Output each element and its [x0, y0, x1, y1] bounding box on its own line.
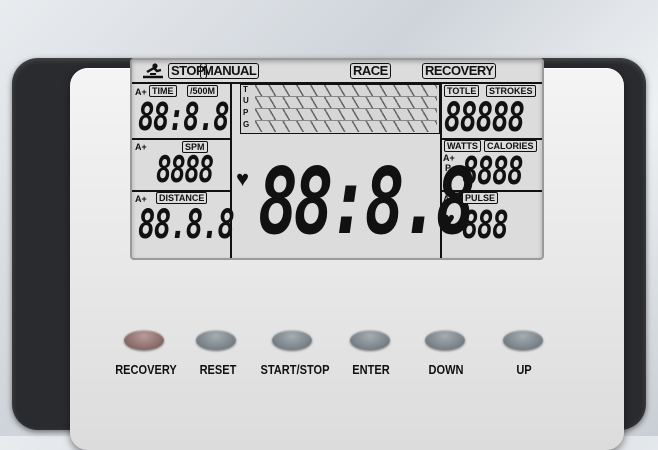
strokes-display: 88888 [444, 95, 525, 141]
down-button-label: DOWN [428, 362, 464, 377]
graph-letter-g: G [243, 120, 250, 129]
recovery-indicator: RECOVERY [422, 63, 497, 79]
start-stop-button-label: START/STOP [260, 362, 330, 377]
time-display: 88:8.8 [138, 95, 230, 139]
graph-letter-u: U [243, 96, 249, 105]
start-stop-button[interactable] [272, 330, 312, 350]
watts-prefix-a: A+ [443, 153, 455, 163]
main-display: 88:8.8 [258, 148, 476, 255]
enter-button[interactable] [350, 330, 390, 350]
lcd-display: STOP MANUAL RACE RECOVERY A+ TIME /500M … [130, 58, 544, 260]
rower-icon [143, 63, 163, 79]
heart-icon: ♥ [236, 166, 250, 191]
up-button[interactable] [503, 330, 543, 350]
watts-display: 8888 [462, 149, 524, 193]
stroke-graph: T U P G [240, 84, 440, 134]
pulse-heart-icon: ♥ [443, 209, 455, 231]
pulse-prefix: A+ [443, 194, 455, 204]
manual-indicator: MANUAL [200, 63, 260, 79]
watts-prefix-c: C [445, 173, 452, 183]
reset-button[interactable] [196, 330, 236, 350]
up-button-label: UP [516, 362, 532, 377]
graph-row [255, 121, 437, 132]
graph-letter-t: T [243, 85, 248, 94]
race-indicator: RACE [350, 63, 391, 79]
left-row-divider-1 [132, 138, 230, 140]
watts-prefix-p: P [445, 163, 452, 173]
pulse-display: 888 [462, 203, 509, 247]
reset-button-label: RESET [199, 362, 237, 377]
graph-row [255, 85, 437, 97]
graph-row [255, 109, 437, 121]
distance-display: 88.8.8 [138, 202, 235, 248]
down-button[interactable] [425, 330, 465, 350]
recovery-button-label: RECOVERY [115, 362, 177, 377]
graph-row [255, 97, 437, 109]
graph-letter-p: P [243, 108, 249, 117]
mode-bar: STOP MANUAL RACE RECOVERY [138, 62, 536, 82]
enter-button-label: ENTER [352, 362, 390, 377]
spm-prefix: A+ [135, 142, 147, 152]
spm-display: 8888 [156, 150, 214, 191]
recovery-button[interactable] [124, 330, 164, 350]
